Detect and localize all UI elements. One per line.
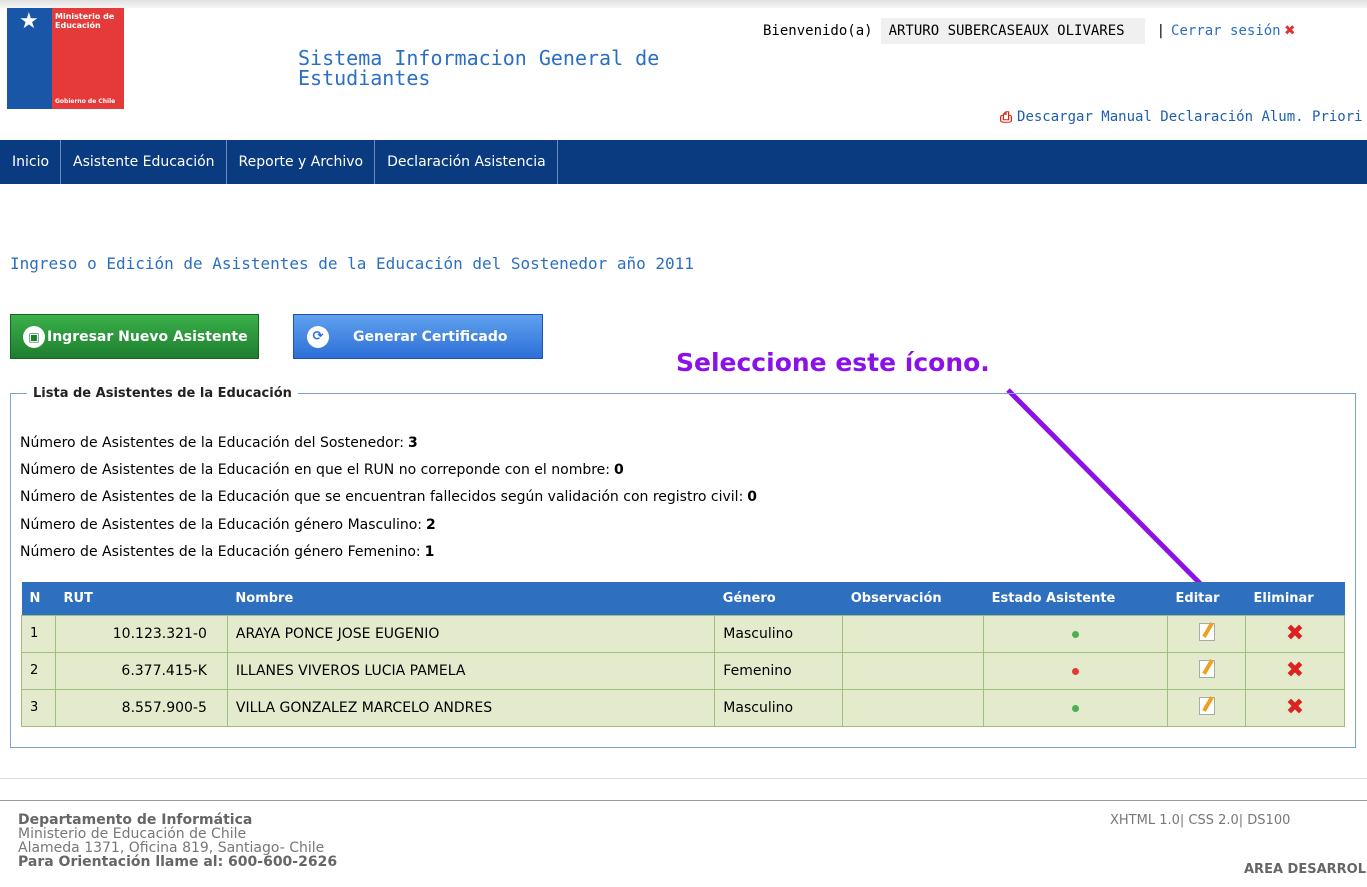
logout-icon[interactable]: ✖ [1285,20,1296,42]
cell-n: 2 [21,651,56,690]
footer-dept: Departamento de Informática [18,812,253,828]
ministerio-logo[interactable]: ★ Ministerio de Educación Gobierno de Ch… [7,8,124,109]
cell-editar [1167,651,1246,690]
cell-editar [1167,614,1246,653]
stat-male: Número de Asistentes de la Educación gén… [20,516,436,533]
col-header-rut: RUT [55,582,228,615]
col-header-observacion: Observación [842,582,984,615]
welcome-label: Bienvenido(a) [763,23,873,39]
cell-genero: Masculino [714,614,844,653]
col-header-estado: Estado Asistente [983,582,1168,615]
footer-standards: XHTML 1.0| CSS 2.0| DS100 [1110,813,1291,828]
cell-eliminar: ✖ [1244,688,1346,727]
footer-address: Alameda 1371, Oficina 819, Santiago- Chi… [18,840,325,856]
stats-block: Número de Asistentes de la Educación del… [20,430,757,566]
generate-certificate-label: Generar Certificado [353,328,508,345]
cell-editar [1167,688,1246,727]
new-assistant-button[interactable]: ▣ Ingresar Nuevo Asistente [10,314,259,359]
generate-certificate-button[interactable]: ⟳ Generar Certificado [293,314,543,359]
nav-item-asistente-educacion[interactable]: Asistente Educación [61,140,227,184]
nav-item-reporte-archivo[interactable]: Reporte y Archivo [227,140,376,184]
table-header-row: N RUT Nombre Género Observación Estado A… [21,582,1345,615]
cell-rut: 10.123.321-0 [54,614,228,653]
logo-gobierno-text: Gobierno de Chile [55,98,116,105]
new-assistant-label: Ingresar Nuevo Asistente [47,328,248,345]
manual-link-label: Descargar Manual Declaración Alum. Prior… [1017,109,1363,125]
manual-download-link[interactable]: ⎙ Descargar Manual Declaración Alum. Pri… [1000,108,1363,126]
cell-nombre: ILLANES VIVEROS LUCIA PAMELA [226,651,716,690]
delete-icon[interactable]: ✖ [1286,658,1304,683]
edit-icon[interactable] [1198,659,1215,678]
table-row: 3 8.557.900-5 VILLA GONZALEZ MARCELO AND… [21,688,1346,727]
welcome-bar: Bienvenido(a) ARTURO SUBERCASEAUX OLIVAR… [763,18,1296,44]
system-title: Sistema Informacion General de Estudiant… [298,46,660,90]
cell-observacion [842,651,985,690]
delete-icon[interactable]: ✖ [1286,695,1304,720]
delete-icon[interactable]: ✖ [1286,621,1304,646]
cell-genero: Femenino [714,651,844,690]
logo-blue-panel: ★ [7,8,52,109]
footer-area: AREA DESARROLLO [1244,862,1367,877]
cell-nombre: VILLA GONZALEZ MARCELO ANDRES [226,688,716,727]
cell-estado [983,688,1169,727]
cell-observacion [842,614,985,653]
cell-n: 1 [21,614,56,653]
table-row: 2 6.377.415-K ILLANES VIVEROS LUCIA PAME… [21,651,1346,690]
pdf-icon: ⎙ [1000,108,1013,126]
instruction-annotation: Seleccione este ícono. [676,348,990,377]
status-dot-icon [1072,704,1080,712]
col-header-n: N [21,582,56,615]
logo-red-panel: Ministerio de Educación Gobierno de Chil… [52,8,124,109]
user-name: ARTURO SUBERCASEAUX OLIVARES [880,18,1145,44]
nav-item-inicio[interactable]: Inicio [0,140,62,184]
cell-rut: 6.377.415-K [54,651,228,690]
status-dot-icon [1072,630,1080,638]
footer-divider [0,800,1367,801]
footer-info: Departamento de Informática Ministerio d… [18,813,337,869]
edit-icon[interactable] [1198,622,1215,641]
stat-run-mismatch: Número de Asistentes de la Educación en … [20,462,624,479]
refresh-icon: ⟳ [307,325,329,348]
table-row: 1 10.123.321-0 ARAYA PONCE JOSE EUGENIO … [21,614,1346,653]
cell-nombre: ARAYA PONCE JOSE EUGENIO [226,614,716,653]
cell-estado [983,651,1169,690]
cell-observacion [842,688,985,727]
stat-total: Número de Asistentes de la Educación del… [20,435,418,451]
save-icon: ▣ [23,325,45,348]
main-nav: Inicio Asistente Educación Reporte y Arc… [0,140,1367,184]
logout-link[interactable]: Cerrar sesión [1171,20,1281,42]
welcome-separator: | [1156,23,1166,39]
stat-deceased: Número de Asistentes de la Educación que… [20,489,758,506]
footer-ministry: Ministerio de Educación de Chile [18,826,247,842]
cell-n: 3 [21,688,56,727]
logo-text: Ministerio de Educación [55,12,115,30]
star-icon: ★ [19,9,39,34]
cell-eliminar: ✖ [1244,651,1346,690]
cell-eliminar: ✖ [1244,614,1346,653]
footer-divider-light [0,778,1367,779]
cell-rut: 8.557.900-5 [54,688,228,727]
col-header-eliminar: Eliminar [1245,582,1345,615]
page-title: Ingreso o Edición de Asistentes de la Ed… [10,254,694,273]
nav-item-declaracion-asistencia[interactable]: Declaración Asistencia [375,140,558,184]
col-header-editar: Editar [1167,582,1246,615]
edit-icon[interactable] [1198,696,1215,715]
status-dot-icon [1072,667,1080,675]
stat-female: Número de Asistentes de la Educación gén… [20,543,435,560]
top-strip [0,0,1367,8]
col-header-genero: Género [714,582,843,615]
cell-genero: Masculino [714,688,844,727]
col-header-nombre: Nombre [227,582,715,615]
fieldset-legend: Lista de Asistentes de la Educación [33,386,292,401]
assistants-table: N RUT Nombre Género Observación Estado A… [21,582,1346,727]
footer-phone: Para Orientación llame al: 600-600-2626 [18,854,338,870]
cell-estado [983,614,1169,653]
